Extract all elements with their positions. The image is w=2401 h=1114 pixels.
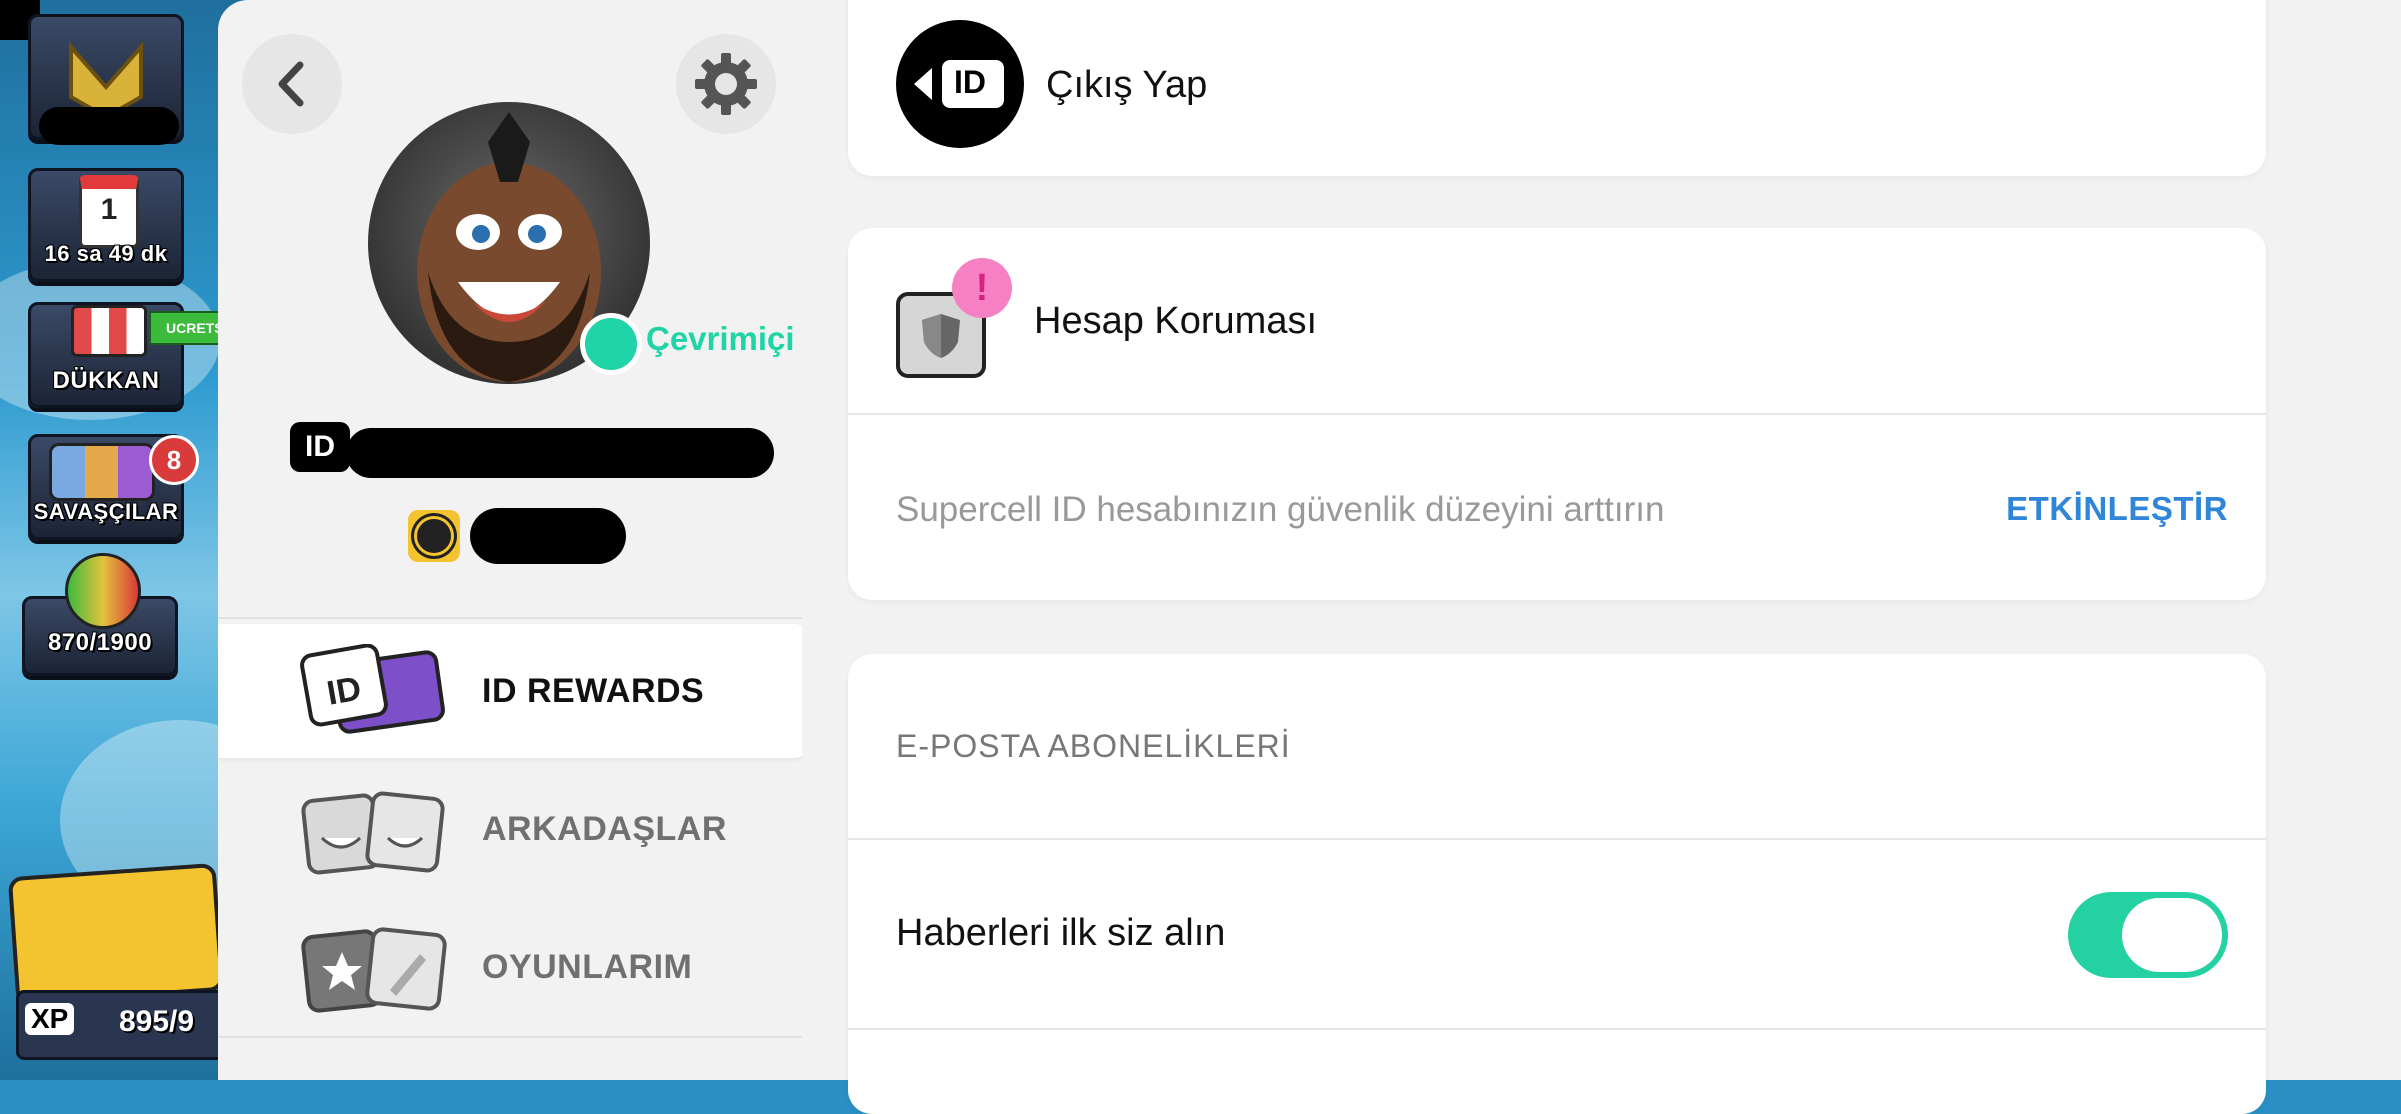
- brawlers-label: SAVAŞÇILAR: [33, 499, 179, 524]
- account-protection-divider: [848, 413, 2266, 415]
- xp-ticket[interactable]: XP 895/9: [7, 862, 232, 1070]
- event-timer-label: 16 sa 49 dk: [44, 241, 168, 266]
- brawlers-count-badge: 8: [149, 435, 199, 485]
- logout-label: Çıkış Yap: [1046, 64, 1208, 106]
- menu-divider: [218, 617, 802, 619]
- activate-button[interactable]: ETKİNLEŞTİR: [2006, 490, 2228, 528]
- account-protection-description: Supercell ID hesabınızın güvenlik düzeyi…: [896, 490, 1665, 529]
- alert-badge: !: [952, 258, 1012, 318]
- brawl-pass-icon: [7, 862, 225, 1006]
- menu-item-id-rewards-label: ID REWARDS: [482, 672, 705, 710]
- account-content: ID Çıkış Yap ! Hesap Koruması Supercell …: [802, 0, 2401, 1114]
- news-subscription-toggle[interactable]: [2068, 892, 2228, 978]
- online-status-dot: [580, 313, 642, 375]
- gear-icon: [695, 53, 757, 115]
- menu-item-friends-label: ARKADAŞLAR: [482, 810, 727, 848]
- logout-card[interactable]: ID Çıkış Yap: [848, 0, 2266, 176]
- redacted-username: [346, 428, 774, 478]
- profile-panel: Çevrimiçi ID ID ID REWARDS ARKADAŞLAR OY…: [218, 0, 802, 1080]
- shop-icon: [71, 305, 147, 357]
- logout-icon: ID: [896, 20, 1024, 148]
- trophy-road-button[interactable]: 870/1900: [22, 553, 178, 676]
- xp-bar: XP 895/9: [16, 990, 232, 1060]
- toggle-knob: [2122, 898, 2222, 972]
- svg-text:ID: ID: [324, 669, 364, 712]
- menu-item-my-games[interactable]: OYUNLARIM: [218, 900, 802, 1034]
- event-timer-button[interactable]: 1 16 sa 49 dk: [28, 168, 184, 282]
- settings-button[interactable]: [676, 34, 776, 134]
- brawl-stars-icon: [408, 510, 460, 562]
- chevron-left-icon: [278, 61, 304, 107]
- shop-label: DÜKKAN: [52, 367, 160, 394]
- online-status-label: Çevrimiçi: [646, 320, 795, 357]
- logout-icon-text: ID: [954, 64, 986, 100]
- account-protection-card: ! Hesap Koruması Supercell ID hesabınızı…: [848, 228, 2266, 600]
- id-rewards-icon: ID: [300, 644, 445, 734]
- brawlers-button[interactable]: 8 SAVAŞÇILAR: [28, 434, 199, 540]
- email-subscriptions-header: E-POSTA ABONELİKLERİ: [896, 728, 1291, 764]
- menu-bottom-divider: [218, 1036, 802, 1038]
- menu-item-friends[interactable]: ARKADAŞLAR: [218, 762, 802, 896]
- back-button[interactable]: [242, 34, 342, 134]
- event-days: 1: [100, 193, 118, 226]
- brawler-portrait-icon: [65, 553, 141, 629]
- news-subscription-label: Haberleri ilk siz alın: [896, 912, 1226, 954]
- calendar-icon: 1: [79, 175, 139, 248]
- id-badge-icon: ID: [290, 422, 350, 472]
- xp-label: XP: [25, 1003, 75, 1035]
- shop-button[interactable]: UCRETSIZ DÜKKAN: [28, 302, 253, 408]
- redacted-game-name: [470, 508, 626, 564]
- player-badge[interactable]: [28, 14, 184, 145]
- account-protection-title: Hesap Koruması: [1034, 300, 1318, 342]
- friends-icon: [301, 791, 445, 875]
- email-subscriptions-card: E-POSTA ABONELİKLERİ Haberleri ilk siz a…: [848, 654, 2266, 1114]
- my-games-icon: [301, 927, 447, 1013]
- xp-value: 895/9: [119, 1005, 195, 1038]
- trophy-progress: 870/1900: [47, 629, 153, 656]
- menu-item-my-games-label: OYUNLARIM: [482, 948, 693, 986]
- menu-item-id-rewards[interactable]: ID ID REWARDS: [218, 624, 802, 758]
- brawlers-icon: [49, 443, 155, 501]
- redacted-name: [39, 107, 179, 145]
- email-subscriptions-bottom-divider: [848, 1028, 2266, 1030]
- email-subscriptions-divider: [848, 838, 2266, 840]
